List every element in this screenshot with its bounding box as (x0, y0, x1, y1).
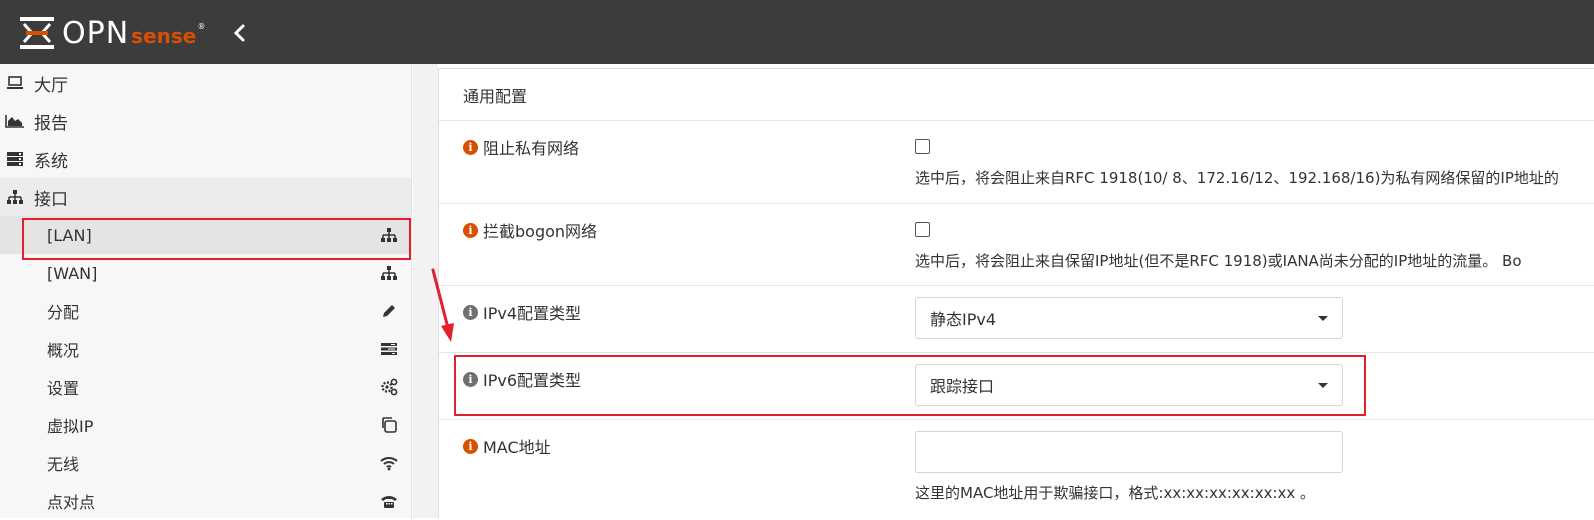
top-navbar: OPN sense ® (0, 0, 1594, 64)
opnsense-logo[interactable]: OPN sense ® (18, 14, 205, 52)
wifi-icon (379, 454, 399, 472)
block-bogon-checkbox-wrap (915, 222, 930, 237)
sidebar-item-settings[interactable]: 设置 (0, 368, 411, 406)
sitemap-icon (4, 189, 26, 205)
sidebar-item-virtual-ip[interactable]: 虚拟IP (0, 406, 411, 444)
sitemap-icon (379, 264, 399, 282)
block-private-row: i 阻止私有网络 选中后，将会阻止来自RFC 1918(10/ 8、172.16… (439, 121, 1594, 204)
clone-icon (379, 416, 399, 434)
sidebar-item-reporting[interactable]: 报告 (0, 102, 411, 140)
general-config-panel: 通用配置 i 阻止私有网络 选中后，将会阻止来自RFC 1918(10/ 8、1… (438, 68, 1594, 518)
sidebar-item-label: 设置 (47, 379, 80, 398)
tasks-icon (379, 340, 399, 358)
cogs-icon (379, 378, 399, 396)
sidebar-item-point-to-point[interactable]: 点对点 (0, 482, 411, 520)
sidebar-item-wireless[interactable]: 无线 (0, 444, 411, 482)
pencil-icon (379, 302, 399, 320)
chevron-left-icon[interactable] (230, 22, 250, 44)
sidebar-item-label: 点对点 (47, 493, 96, 512)
opnsense-logo-mark-icon (20, 17, 54, 49)
mac-label-text: MAC地址 (483, 438, 551, 457)
annotation-arrow-icon (431, 268, 454, 342)
ipv4-type-select[interactable]: 静态IPv4 (915, 297, 1343, 339)
caret-down-icon (1318, 316, 1328, 321)
block-bogon-checkbox[interactable] (915, 222, 930, 237)
ipv4-type-label[interactable]: i IPv4配置类型 (463, 300, 581, 324)
block-private-help: 选中后，将会阻止来自RFC 1918(10/ 8、172.16/12、192.1… (915, 169, 1559, 187)
server-icon (4, 151, 26, 167)
sidebar-item-label: 无线 (47, 455, 80, 474)
section-title: 通用配置 (439, 69, 1594, 121)
info-icon[interactable]: i (463, 139, 478, 155)
brand-registered-mark: ® (197, 21, 206, 31)
sidebar-item-label: 大厅 (34, 75, 68, 96)
brand-accent-text: sense (131, 23, 197, 48)
sidebar-item-label: 虚拟IP (47, 417, 94, 436)
ipv4-type-row: i IPv4配置类型 静态IPv4 (439, 286, 1594, 353)
sidebar-item-lobby[interactable]: 大厅 (0, 64, 411, 102)
mac-address-input[interactable] (915, 431, 1343, 473)
mac-row: i MAC地址 这里的MAC地址用于欺骗接口，格式:xx:xx:xx:xx:xx… (439, 420, 1594, 520)
block-private-checkbox-wrap (915, 139, 930, 154)
info-icon[interactable]: i (463, 222, 478, 238)
mac-help: 这里的MAC地址用于欺骗接口，格式:xx:xx:xx:xx:xx:xx 。 (915, 484, 1316, 502)
sidebar-item-overview[interactable]: 概况 (0, 330, 411, 368)
block-bogon-row: i 拦截bogon网络 选中后，将会阻止来自保留IP地址(但不是RFC 1918… (439, 204, 1594, 286)
sidebar-item-assignments[interactable]: 分配 (0, 292, 411, 330)
phone-icon (379, 492, 399, 510)
info-icon[interactable]: i (463, 304, 478, 320)
block-private-checkbox[interactable] (915, 139, 930, 154)
sidebar-item-interfaces[interactable]: 接口 (0, 178, 411, 216)
block-bogon-label[interactable]: i 拦截bogon网络 (463, 218, 597, 242)
ipv6-highlight-box (454, 355, 1366, 416)
sidebar-item-label: [WAN] (47, 263, 98, 283)
laptop-icon (4, 75, 26, 91)
sidebar-item-system[interactable]: 系统 (0, 140, 411, 178)
ipv4-type-value: 静态IPv4 (930, 310, 997, 329)
mac-label[interactable]: i MAC地址 (463, 434, 551, 458)
ipv4-type-label-text: IPv4配置类型 (483, 304, 582, 323)
sidebar-item-label: 接口 (34, 189, 68, 210)
area-chart-icon (4, 113, 26, 129)
block-bogon-help: 选中后，将会阻止来自保留IP地址(但不是RFC 1918)或IANA尚未分配的I… (915, 252, 1522, 270)
info-icon[interactable]: i (463, 438, 478, 454)
sidebar-item-label: 报告 (34, 113, 68, 134)
sidebar-item-label: 分配 (47, 303, 80, 322)
sidebar-item-label: 概况 (47, 341, 80, 360)
lan-highlight-box (22, 218, 411, 260)
block-private-label-text: 阻止私有网络 (483, 139, 580, 158)
block-bogon-label-text: 拦截bogon网络 (483, 222, 598, 241)
sidebar-item-label: 系统 (34, 151, 68, 172)
sidebar: 大厅 报告 系统 接口 [LAN] [WAN] 分配 概况 设置 虚拟IP 无线… (0, 64, 412, 518)
block-private-label[interactable]: i 阻止私有网络 (463, 135, 579, 159)
brand-main-text: OPN (62, 15, 130, 51)
